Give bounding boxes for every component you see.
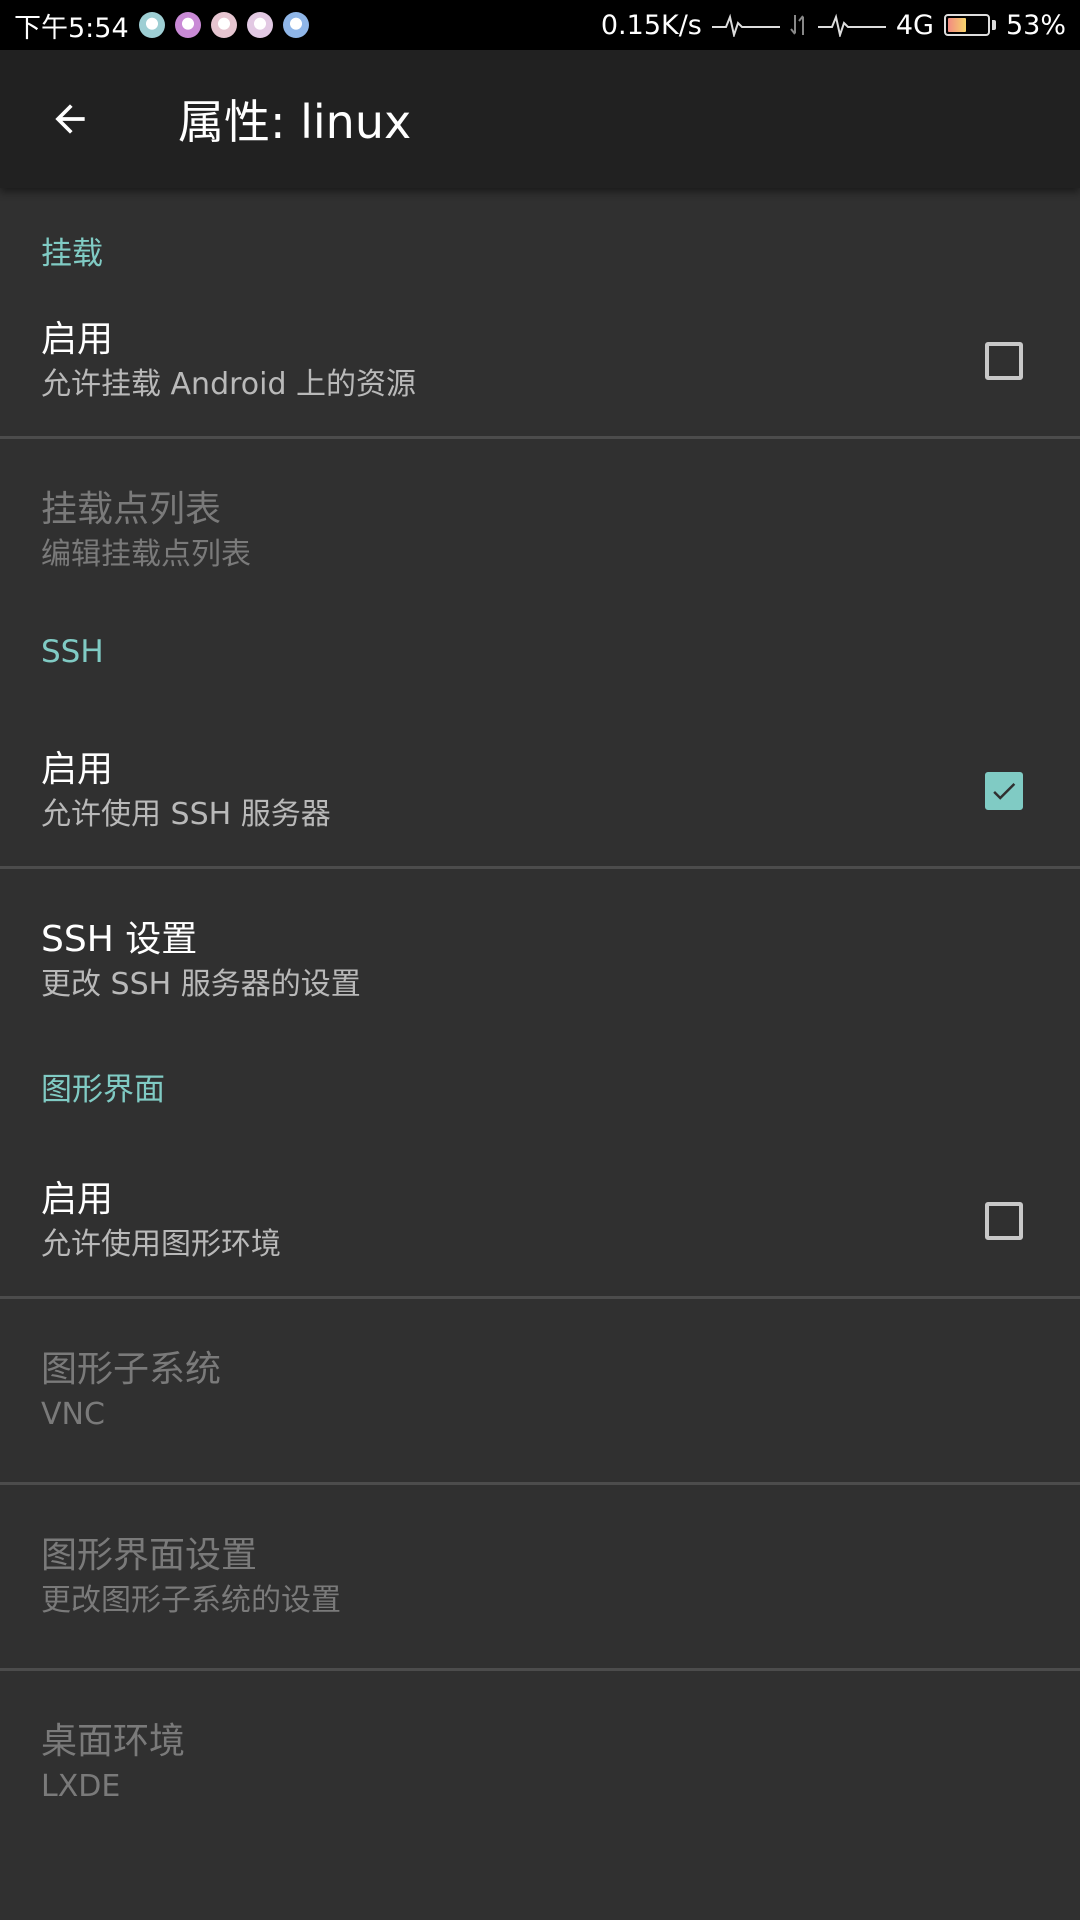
pref-summary: VNC bbox=[41, 1396, 105, 1432]
status-bar-left: 下午5:54 bbox=[14, 6, 309, 45]
pref-summary: 更改 SSH 服务器的设置 bbox=[41, 966, 361, 1002]
pref-summary: 允许使用 SSH 服务器 bbox=[41, 797, 331, 832]
page-title: 属性: linux bbox=[178, 95, 412, 149]
pref-summary: LXDE bbox=[41, 1768, 121, 1804]
pref-title: SSH 设置 bbox=[41, 918, 198, 960]
checkmark-icon bbox=[993, 783, 1016, 800]
network-type: 4G bbox=[895, 9, 934, 41]
gui-enable-checkbox[interactable] bbox=[985, 1202, 1023, 1240]
pref-summary: 更改图形子系统的设置 bbox=[41, 1582, 341, 1618]
section-header-gui: 图形界面 bbox=[41, 1072, 165, 1108]
pref-gui-enable[interactable]: 启用 允许使用图形环境 bbox=[0, 1146, 1080, 1296]
pref-title: 启用 bbox=[41, 749, 114, 790]
pref-mount-enable[interactable]: 启用 允许挂载 Android 上的资源 bbox=[0, 286, 1080, 436]
battery-tip bbox=[991, 20, 996, 30]
signal-activity-icon bbox=[711, 13, 780, 37]
app-notification-icon bbox=[138, 12, 165, 38]
signal-strength-icon bbox=[817, 13, 886, 37]
app-notification-icon bbox=[282, 12, 309, 38]
clock: 下午5:54 bbox=[14, 12, 129, 44]
pref-gui-settings[interactable]: 图形界面设置 更改图形子系统的设置 bbox=[0, 1485, 1080, 1668]
pref-title: 图形子系统 bbox=[41, 1348, 222, 1390]
pref-ssh-enable[interactable]: 启用 允许使用 SSH 服务器 bbox=[0, 716, 1080, 866]
app-notification-icon bbox=[174, 12, 201, 38]
pref-title: 桌面环境 bbox=[41, 1720, 186, 1762]
battery-icon bbox=[943, 14, 990, 36]
section-header-ssh: SSH bbox=[41, 634, 104, 670]
pref-desktop-environment[interactable]: 桌面环境 LXDE bbox=[0, 1671, 1080, 1854]
mount-enable-checkbox[interactable] bbox=[985, 342, 1023, 380]
pref-summary: 允许挂载 Android 上的资源 bbox=[41, 367, 417, 402]
pref-title: 启用 bbox=[41, 319, 114, 360]
status-bar-right: 0.15K/s 4G 53% bbox=[601, 10, 1066, 41]
app-notification-icon bbox=[246, 12, 273, 38]
pref-summary: 编辑挂载点列表 bbox=[41, 536, 251, 572]
data-transfer-icon bbox=[790, 15, 804, 35]
pref-ssh-settings[interactable]: SSH 设置 更改 SSH 服务器的设置 bbox=[0, 869, 1080, 1052]
battery-percent: 53% bbox=[1005, 9, 1066, 41]
network-speed: 0.15K/s bbox=[600, 9, 702, 41]
pref-summary: 允许使用图形环境 bbox=[41, 1227, 281, 1262]
app-notification-icon bbox=[210, 12, 237, 38]
pref-title: 图形界面设置 bbox=[41, 1534, 258, 1576]
ssh-enable-checkbox[interactable] bbox=[985, 772, 1023, 810]
arrow-back-icon bbox=[55, 104, 85, 134]
pref-title: 挂载点列表 bbox=[41, 488, 222, 530]
app-toolbar: 属性: linux bbox=[0, 50, 1080, 188]
battery-level bbox=[947, 18, 967, 32]
pref-graphics-subsystem[interactable]: 图形子系统 VNC bbox=[0, 1299, 1080, 1482]
pref-title: 启用 bbox=[41, 1179, 114, 1220]
pref-mount-points[interactable]: 挂载点列表 编辑挂载点列表 bbox=[0, 439, 1080, 622]
preferences-list: 挂载 启用 允许挂载 Android 上的资源 挂载点列表 编辑挂载点列表 SS… bbox=[0, 188, 1080, 1854]
back-button[interactable] bbox=[22, 71, 118, 167]
status-bar: 下午5:54 0.15K/s 4G 53% bbox=[0, 0, 1080, 50]
